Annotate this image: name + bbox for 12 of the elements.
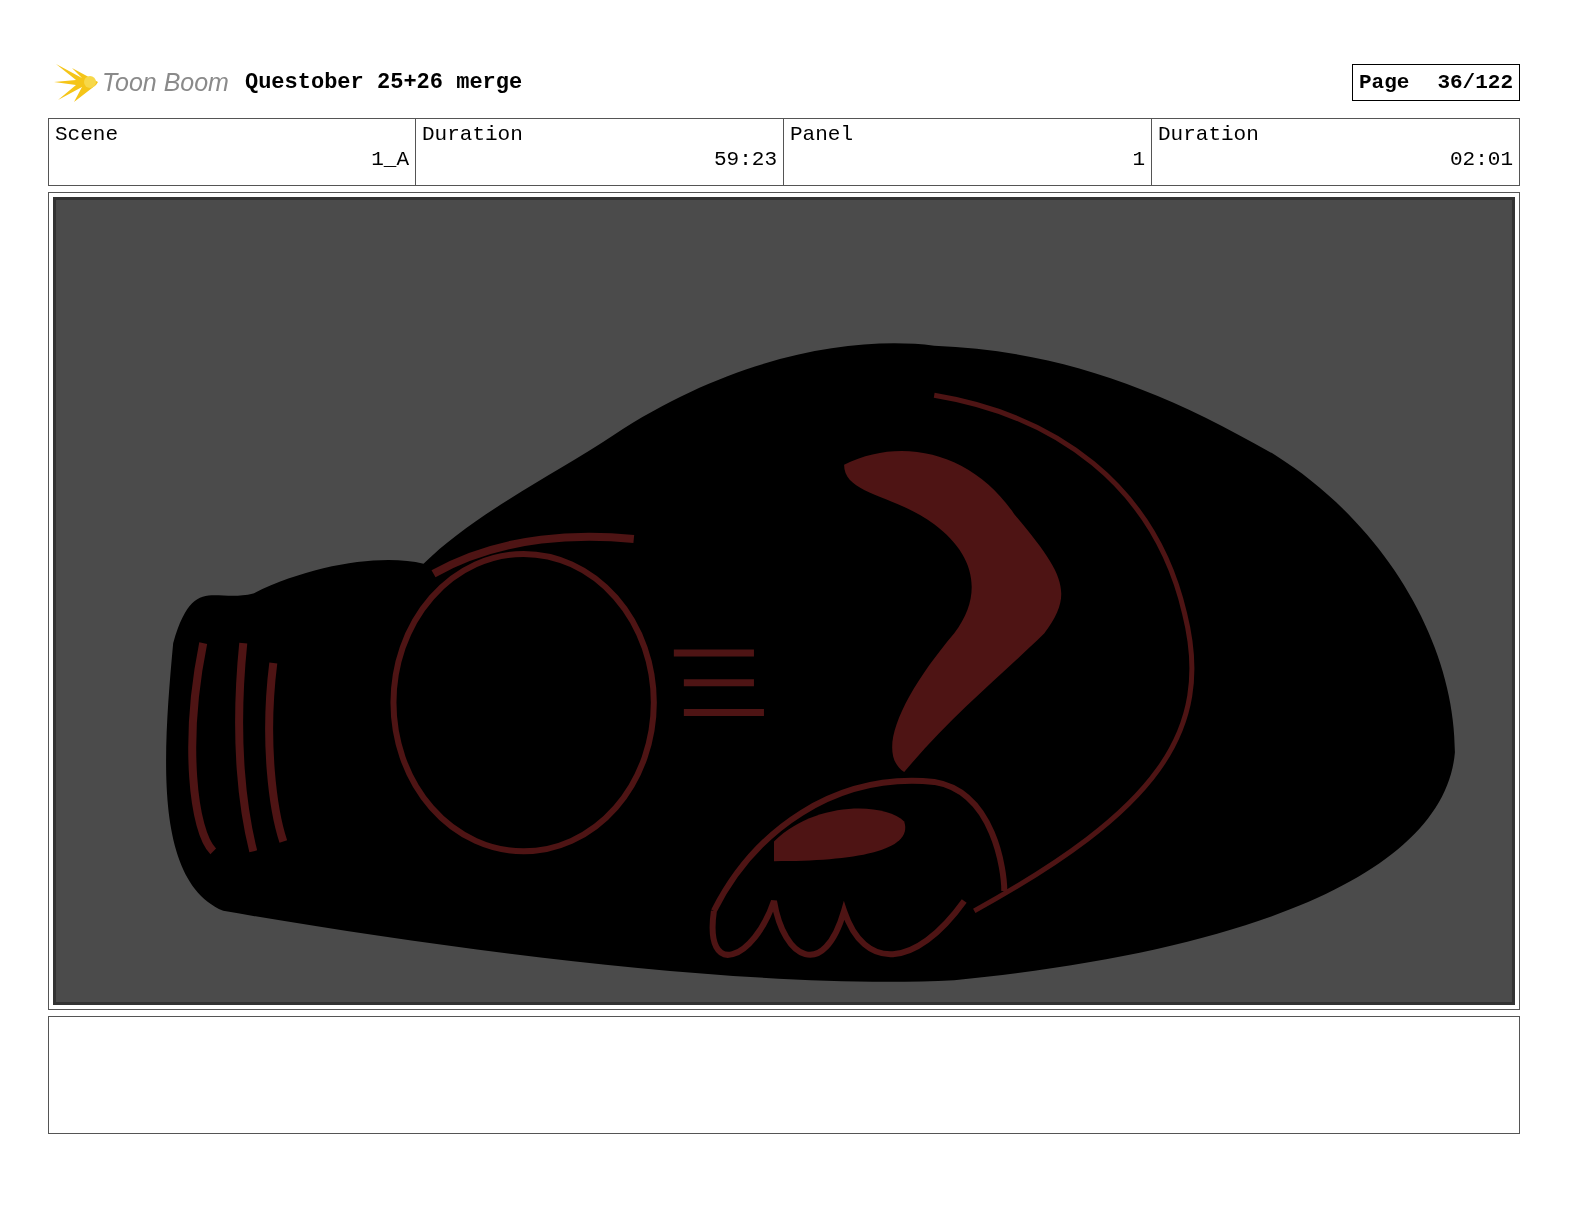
cell-value: 1_A: [371, 148, 409, 171]
document-title: Questober 25+26 merge: [244, 69, 523, 95]
column-heading: Duration: [1158, 123, 1260, 146]
column-heading: Panel: [790, 123, 854, 146]
page-number: 36/122: [1437, 70, 1513, 94]
page-label: Page: [1358, 70, 1410, 94]
column-heading: Duration: [422, 123, 524, 146]
logo-text: Toon Boom: [102, 67, 229, 97]
column-heading: Scene: [55, 123, 119, 146]
cell-value: 59:23: [714, 148, 777, 171]
cell-value: 02:01: [1450, 148, 1513, 171]
cell-value: 1: [1132, 148, 1145, 171]
